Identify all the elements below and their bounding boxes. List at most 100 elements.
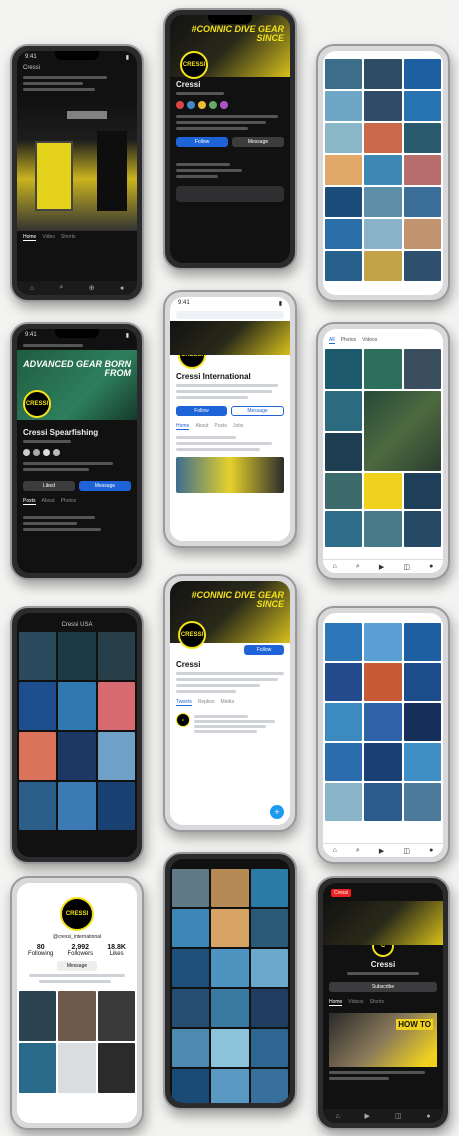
avatar: C (176, 713, 190, 727)
photo-grid (323, 613, 443, 823)
likes-count: 18.8K (107, 944, 126, 951)
post-image[interactable] (176, 457, 284, 493)
likes-label: Likes (109, 951, 124, 957)
liked-button[interactable]: Liked (23, 481, 75, 491)
follow-button[interactable]: Follow (244, 645, 284, 655)
phones-collage: 9:41 ▮ Cressi Home Video Shorts ⌂ ⌕ ⊕ ● #CONNI… (0, 0, 459, 1136)
tab-home[interactable]: Home (23, 234, 37, 241)
video-thumbnail[interactable] (17, 101, 137, 231)
tab-replies[interactable]: Replies (198, 699, 215, 706)
subscribe-button[interactable]: Subscribe (329, 982, 437, 992)
profile-name: Cressi Spearfishing (23, 428, 99, 437)
message-button[interactable]: Message (79, 481, 131, 491)
tab-all[interactable]: All (329, 337, 335, 344)
search-icon[interactable]: ⌕ (356, 847, 360, 855)
phone-youtube-video: 9:41 ▮ Cressi Home Video Shorts ⌂ ⌕ ⊕ ● (10, 44, 144, 302)
shorts-icon[interactable]: ▶ (365, 1112, 370, 1120)
avatar: CRESSI (23, 390, 51, 418)
tab-tweets[interactable]: Tweets (176, 699, 192, 706)
tab-videos[interactable]: Videos (348, 999, 363, 1006)
compose-icon[interactable]: + (270, 805, 284, 819)
photo-grid (17, 630, 137, 832)
phone-youtube-channel: Cressi C Cressi Subscribe Home Videos Shor… (316, 876, 450, 1130)
time-text: 9:41 (25, 332, 37, 338)
tab-home[interactable]: Home (176, 423, 190, 430)
message-button[interactable]: Message (57, 961, 97, 971)
following-label: Following (28, 951, 54, 957)
home-icon[interactable]: ⌂ (333, 563, 337, 570)
cover-banner: #CONNIC DIVE GEAR SINCE CRESSI (170, 581, 290, 649)
following-count: 80 (36, 944, 45, 951)
shop-icon[interactable]: ◫ (403, 847, 410, 855)
add-icon[interactable]: ⊕ (89, 284, 95, 292)
banner-text: #CONNIC DIVE GEAR SINCE (191, 24, 284, 44)
tab-home[interactable]: Home (329, 999, 343, 1006)
followers-count: 2,992 (71, 944, 90, 951)
avatar: CRESSI (60, 897, 94, 931)
shop-icon[interactable]: ◫ (403, 563, 410, 571)
home-icon[interactable]: ⌂ (335, 1113, 339, 1120)
handle-text: @cressi_international (52, 934, 102, 940)
profile-name: Cressi (176, 80, 201, 89)
profile-icon[interactable]: ● (429, 847, 433, 854)
tab-jobs[interactable]: Jobs (233, 423, 244, 430)
tab-about[interactable]: About (195, 423, 208, 430)
search-icon[interactable]: ⌕ (356, 563, 360, 571)
tab-video[interactable]: Video (42, 234, 55, 241)
home-icon[interactable]: ⌂ (333, 847, 337, 854)
reels-icon[interactable]: ▶ (379, 847, 384, 855)
tab-shorts[interactable]: Shorts (370, 999, 384, 1006)
bottom-nav: ⌂ ▶ ◫ ● (323, 1109, 443, 1123)
tab-shorts[interactable]: Shorts (61, 234, 75, 241)
video-grid (17, 989, 137, 1095)
reels-icon[interactable]: ▶ (379, 563, 384, 571)
follow-button[interactable]: Follow (176, 406, 227, 416)
time-text: 9:41 (25, 54, 37, 60)
page-title: Cressi (23, 65, 41, 71)
cover-banner: ADVANCED GEAR BORN FROM CRESSI (17, 350, 137, 420)
bottom-nav: ⌂ ⌕ ⊕ ● (17, 281, 137, 295)
home-icon[interactable]: ⌂ (30, 285, 34, 292)
channel-badge: Cressi (331, 889, 352, 897)
tab-about[interactable]: About (42, 498, 55, 505)
message-button[interactable]: Message (232, 137, 284, 147)
phone-dark-grid: Cressi USA (10, 606, 144, 864)
follow-button[interactable]: Follow (176, 137, 228, 147)
photo-grid (323, 51, 443, 283)
phone-photo-grid-2: ⌂ ⌕ ▶ ◫ ● (316, 606, 450, 864)
avatar: CRESSI (178, 621, 206, 649)
channel-banner (323, 901, 443, 945)
library-icon[interactable]: ● (426, 1113, 430, 1120)
time-text: 9:41 (178, 300, 190, 306)
page-title: Cressi USA (61, 622, 93, 628)
tab-photos[interactable]: Photos (61, 498, 77, 505)
message-button[interactable]: Message (231, 406, 284, 416)
tab-videos[interactable]: Videos (362, 337, 377, 344)
tweet[interactable]: C (170, 709, 290, 739)
profile-icon[interactable]: ● (120, 285, 124, 292)
tab-photos[interactable]: Photos (341, 337, 357, 344)
phone-facebook-profile: #CONNIC DIVE GEAR SINCE CRESSI Cressi Fo… (163, 8, 297, 270)
video-thumbnail[interactable]: HOW TO (329, 1013, 437, 1067)
cover-banner: #CONNIC DIVE GEAR SINCE CRESSI (170, 15, 290, 79)
friends-avatars (17, 446, 137, 459)
profile-icon[interactable]: ● (429, 563, 433, 570)
banner-text: ADVANCED GEAR BORN FROM (23, 359, 131, 379)
tab-posts[interactable]: Posts (214, 423, 227, 430)
tab-posts[interactable]: Posts (23, 498, 36, 505)
battery-icon: ▮ (278, 300, 282, 307)
phone-photo-grid-1 (316, 44, 450, 302)
thumbnail-text: HOW TO (396, 1019, 433, 1030)
phone-linkedin-profile: 9:41 ▮ CRESSI Cressi International Follow… (163, 290, 297, 548)
followers-label: Followers (67, 951, 94, 957)
tab-media[interactable]: Media (221, 699, 235, 706)
phone-twitter-profile: #CONNIC DIVE GEAR SINCE CRESSI Follow Cr… (163, 574, 297, 832)
channel-name: Cressi (370, 960, 396, 969)
search-icon[interactable]: ⌕ (59, 284, 63, 292)
phone-photo-grid-3 (163, 852, 297, 1110)
photo-grid (323, 347, 443, 549)
subscriptions-icon[interactable]: ◫ (395, 1112, 402, 1120)
phone-tiktok-profile: CRESSI @cressi_international 80 Following… (10, 876, 144, 1130)
post-composer[interactable] (176, 186, 284, 202)
search-input[interactable] (176, 311, 284, 319)
